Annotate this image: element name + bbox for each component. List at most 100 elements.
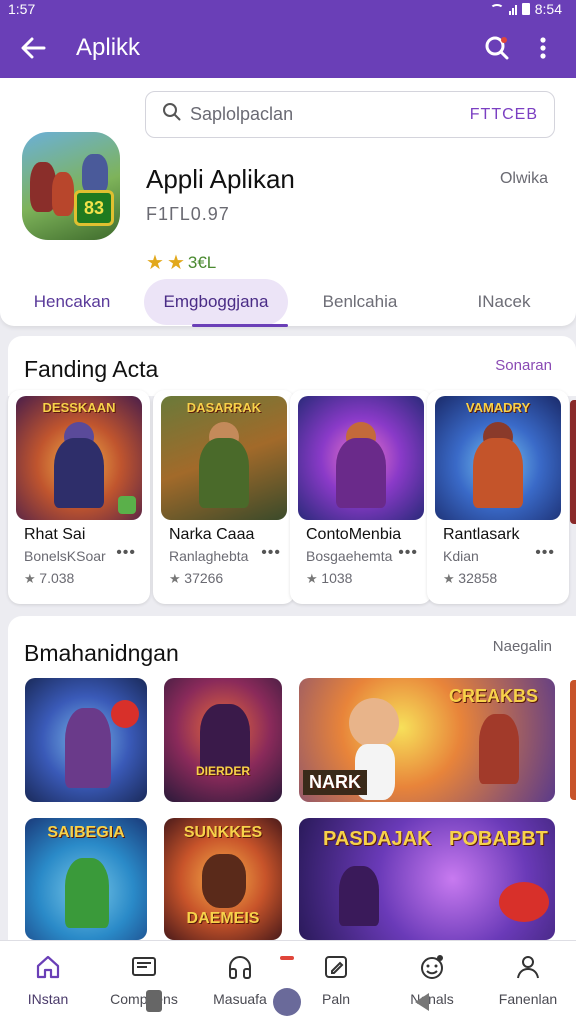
character-art [54, 438, 104, 508]
more-horiz-icon[interactable]: ••• [261, 544, 281, 562]
nav-label: INstan [27, 991, 69, 1007]
battery-icon [521, 3, 530, 15]
more-vert-icon[interactable] [528, 33, 558, 63]
game-tile[interactable]: SUNKKES DAEMEIS [164, 818, 282, 940]
nav-item-compgens[interactable]: Compgens [96, 941, 192, 1024]
nav-label: Paln [321, 991, 351, 1007]
nav-item-masuafa[interactable]: Masuafa [192, 941, 288, 1024]
nav-label: Masuafa [213, 991, 267, 1007]
app-bar: Aplikk [0, 18, 576, 78]
system-home-icon[interactable] [273, 988, 301, 1016]
thumbnail-banner: VAMADRY [465, 400, 531, 415]
game-tile[interactable]: SAIBEGIA [25, 818, 147, 940]
star-icon: ★ [146, 252, 164, 274]
character-art [339, 866, 379, 926]
wifi-icon [489, 4, 504, 14]
game-card[interactable]: DESSKAAN Rhat Sai BonelsKSoar ••• ★ 7.03… [8, 390, 150, 604]
home-icon [32, 951, 64, 983]
character-art [65, 708, 111, 788]
character-art [349, 698, 399, 748]
game-tile[interactable]: NARK CREAKBS [299, 678, 555, 802]
card-count: ★ 1038 [306, 570, 352, 587]
game-card[interactable]: ContoMenbia Bosgaehemta ••• ★ 1038 [290, 390, 432, 604]
status-bar: 1:57 8:54 [0, 0, 576, 18]
tile-title: POBABBT [449, 828, 548, 850]
section2-title: Bmahanidngan [24, 640, 179, 666]
notification-dot [280, 956, 294, 960]
nav-item-paln[interactable]: Paln [288, 941, 384, 1024]
tab-inacek[interactable]: INacek [432, 279, 576, 325]
card-count: ★ 32858 [443, 570, 497, 587]
nav-item-fanenlan[interactable]: Fanenlan [480, 941, 576, 1024]
game-thumbnail: DESSKAAN [16, 396, 142, 520]
emoji-icon [416, 951, 448, 983]
thumbnail-banner: DASARRAK [186, 400, 262, 415]
nav-label: Compgens [110, 991, 178, 1007]
nav-item-nanals[interactable]: Nanals [384, 941, 480, 1024]
section2-more-link[interactable]: Naegalin [493, 638, 552, 655]
tile-title: PASDAJAK [323, 828, 432, 850]
edit-icon [320, 951, 352, 983]
card-title: ContoMenbia [306, 526, 402, 543]
card-count: ★ 37266 [169, 570, 223, 587]
app-bar-title: Aplikk [76, 34, 141, 61]
more-horiz-icon[interactable]: ••• [116, 544, 136, 562]
game-card[interactable]: VAMADRY Rantlasark Kdian ••• ★ 32858 [427, 390, 569, 604]
tile-title: DAEMEIS [186, 910, 260, 927]
section2: Bmahanidngan Naegalin DIERDER NARK CREAK… [8, 616, 576, 940]
star-icon: ★ [306, 571, 322, 586]
tab-emgboggjana[interactable]: Emgboggjana [144, 279, 288, 327]
tile-title: SAIBEGIA [47, 824, 125, 841]
tab-hencakan[interactable]: Hencakan [0, 279, 144, 325]
search-filter-button[interactable]: FTTCEB [470, 106, 538, 124]
tab-bar: Hencakan Emgboggjana Benlcahia INacek [0, 278, 576, 327]
next-tile-peek [570, 680, 576, 800]
nav-item-instan[interactable]: INstan [0, 941, 96, 1024]
star-icon: ★ [166, 252, 185, 274]
character-art [473, 438, 523, 508]
more-horiz-icon[interactable]: ••• [535, 544, 555, 562]
next-card-peek [570, 400, 576, 524]
apple-icon [111, 700, 139, 728]
game-tile[interactable] [25, 678, 147, 802]
app-header-card: Saplolpaclan FTTCEB 83 Appli Aplikan F1Г… [0, 78, 576, 327]
system-back-icon[interactable] [415, 993, 429, 1011]
headphones-icon [224, 951, 256, 983]
section1-more-link[interactable]: Sonaran [495, 357, 552, 374]
card-title: Narka Caaa [169, 526, 255, 543]
nav-label: Fanenlan [498, 991, 558, 1007]
tile-title: NARK [303, 770, 367, 795]
tile-title: CREAKBS [449, 686, 539, 706]
system-recents-icon[interactable] [146, 990, 162, 1012]
card-count-value: 37266 [184, 570, 224, 586]
app-icon-badge: 83 [74, 190, 114, 226]
more-horiz-icon[interactable]: ••• [398, 544, 418, 562]
app-side-label[interactable]: Olwika [500, 170, 548, 188]
badge-icon [118, 496, 136, 514]
rating-text: 3€L [187, 252, 217, 272]
game-tile[interactable]: PASDAJAK POBABBT [299, 818, 555, 940]
star-icon: ★ [169, 571, 185, 586]
search-input[interactable]: Saplolpaclan FTTCEB [145, 91, 555, 138]
back-arrow-icon[interactable] [18, 33, 48, 63]
game-card[interactable]: DASARRAK Narka Caaa Ranlaghebta ••• ★ 37… [153, 390, 295, 604]
tab-benlcahia[interactable]: Benlcahia [288, 279, 432, 325]
character-art [199, 438, 249, 508]
signal-icon [508, 4, 517, 15]
app-name: Appli Aplikan [146, 164, 295, 194]
card-developer: Kdian [443, 548, 479, 564]
character-art [202, 854, 246, 908]
tv-icon [128, 951, 160, 983]
app-subtitle: F1ГL0.97 [146, 204, 230, 224]
card-developer: BonelsKSoar [24, 548, 106, 564]
search-icon[interactable] [482, 33, 512, 63]
character-art [65, 858, 109, 928]
star-icon: ★ [24, 571, 40, 586]
game-tile[interactable]: DIERDER [164, 678, 282, 802]
card-developer: Ranlaghebta [169, 548, 249, 564]
status-time: 1:57 [8, 1, 36, 17]
section1-title: Fanding Acta [24, 356, 159, 382]
character-art [499, 882, 549, 922]
status-icons: 8:54 [489, 1, 562, 17]
character-art [479, 714, 519, 784]
